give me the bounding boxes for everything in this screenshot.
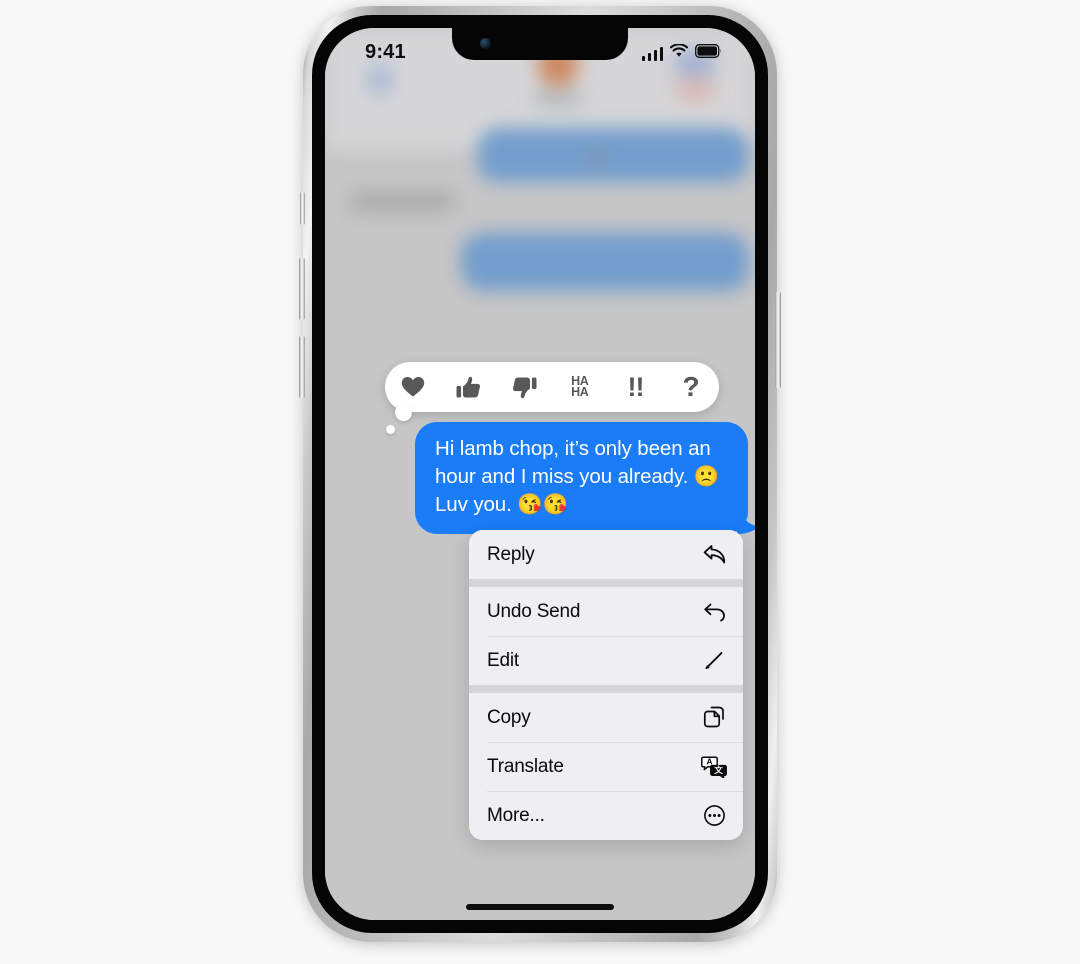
menu-item-copy[interactable]: Copy [469,693,743,742]
home-indicator[interactable] [466,904,614,910]
menu-item-translate[interactable]: Translate A 文 [469,742,743,791]
device-screen: 9:41 HA HA !! ? Hi lamb chop, it’s only … [325,28,755,920]
translate-bubbles-icon: A 文 [701,754,727,780]
reply-arrow-icon [701,542,727,568]
status-bar-time: 9:41 [365,41,406,63]
menu-item-undo-send[interactable]: Undo Send [469,587,743,636]
menu-divider [469,685,743,693]
signal-bars-icon [641,46,663,61]
message-context-menu[interactable]: Reply Undo Send Edit Copy Translate A 文 … [469,530,743,840]
tapback-heart-button[interactable] [391,367,435,407]
copy-documents-icon [701,705,727,731]
silent-switch-button[interactable] [300,192,305,225]
menu-item-label: Edit [487,649,519,671]
question-mark-icon: ? [682,371,700,402]
menu-item-reply[interactable]: Reply [469,530,743,579]
tapback-tail-small [386,425,395,434]
menu-divider [469,579,743,587]
menu-group-3: Copy Translate A 文 More... [469,693,743,840]
device-bezel: 9:41 HA HA !! ? Hi lamb chop, it’s only … [312,15,768,933]
undo-arrow-icon [701,599,727,625]
front-camera-icon [480,38,491,49]
ellipsis-circle-icon [701,803,727,829]
volume-up-button[interactable] [299,258,305,320]
menu-item-label: More... [487,804,545,826]
menu-group-1: Reply [469,530,743,579]
menu-item-label: Reply [487,543,535,565]
side-power-button[interactable] [775,292,781,388]
tapback-tail-large [395,404,412,421]
tapback-question-button[interactable]: ? [669,367,713,407]
svg-text:文: 文 [713,764,723,775]
thumbs-up-icon [456,375,481,400]
menu-group-2: Undo Send Edit [469,587,743,685]
message-line-2: hour and I miss you already. 🙁 [435,465,720,488]
message-line-3: Luv you. 😘😘 [435,493,569,516]
menu-item-label: Copy [487,706,531,728]
device-notch [452,28,628,60]
menu-item-label: Undo Send [487,600,581,622]
tapback-haha-button[interactable]: HA HA [558,367,602,407]
heart-icon [401,376,425,398]
tapback-reaction-bar[interactable]: HA HA !! ? [385,362,719,434]
wifi-icon [669,43,689,63]
status-bar-icons [641,43,722,63]
menu-item-label: Translate [487,755,564,777]
haha-icon: HA HA [571,375,589,399]
tapback-exclamation-button[interactable]: !! [613,367,657,407]
volume-down-button[interactable] [299,336,305,398]
double-exclamation-icon: !! [627,371,644,402]
menu-item-more[interactable]: More... [469,791,743,840]
tapback-thumbs-up-button[interactable] [446,367,490,407]
selected-message-bubble[interactable]: Hi lamb chop, it’s only been an hour and… [415,422,755,534]
battery-full-icon [695,44,722,63]
tapback-thumbs-down-button[interactable] [502,367,546,407]
haha-line-2: HA [571,385,589,399]
iphone-device-frame: 9:41 HA HA !! ? Hi lamb chop, it’s only … [299,6,781,942]
pencil-icon [701,648,727,674]
menu-item-edit[interactable]: Edit [469,636,743,685]
screenshot-canvas: 9:41 HA HA !! ? Hi lamb chop, it’s only … [0,0,1080,964]
message-line-1: Hi lamb chop, it’s only been an [435,437,711,460]
thumbs-down-icon [512,375,537,400]
